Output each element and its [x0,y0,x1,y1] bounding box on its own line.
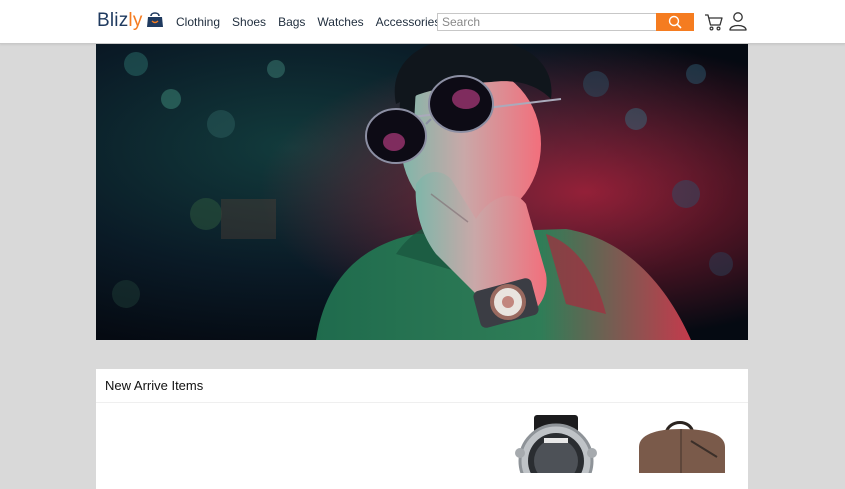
product-watch-image[interactable] [504,413,609,473]
search-button[interactable] [656,13,694,31]
brand-logo[interactable]: Bliz ly [97,9,164,33]
shopping-bag-icon [146,12,163,27]
site-header: Bliz ly Clothing Shoes Bags Watches Acces… [0,0,845,44]
user-icon[interactable] [729,11,747,31]
hero-image [96,44,748,340]
nav-item-shoes[interactable]: Shoes [232,14,266,30]
hero-banner[interactable] [96,44,748,340]
product-backpack-image[interactable] [631,417,733,473]
nav-item-bags[interactable]: Bags [278,14,305,30]
main-nav: Clothing Shoes Bags Watches Accessories [176,14,452,30]
new-arrivals-section: New Arrive Items [96,369,748,489]
nav-item-accessories[interactable]: Accessories [376,14,441,30]
brand-name-part1: Bliz [97,10,129,31]
section-title: New Arrive Items [105,378,204,393]
nav-item-watches[interactable]: Watches [317,14,363,30]
nav-item-clothing[interactable]: Clothing [176,14,220,30]
section-divider [96,402,748,403]
cart-icon[interactable] [704,12,724,32]
search-input[interactable] [438,14,661,30]
brand-name-part2: ly [128,10,143,31]
search-box [437,13,694,31]
search-icon [668,15,682,29]
